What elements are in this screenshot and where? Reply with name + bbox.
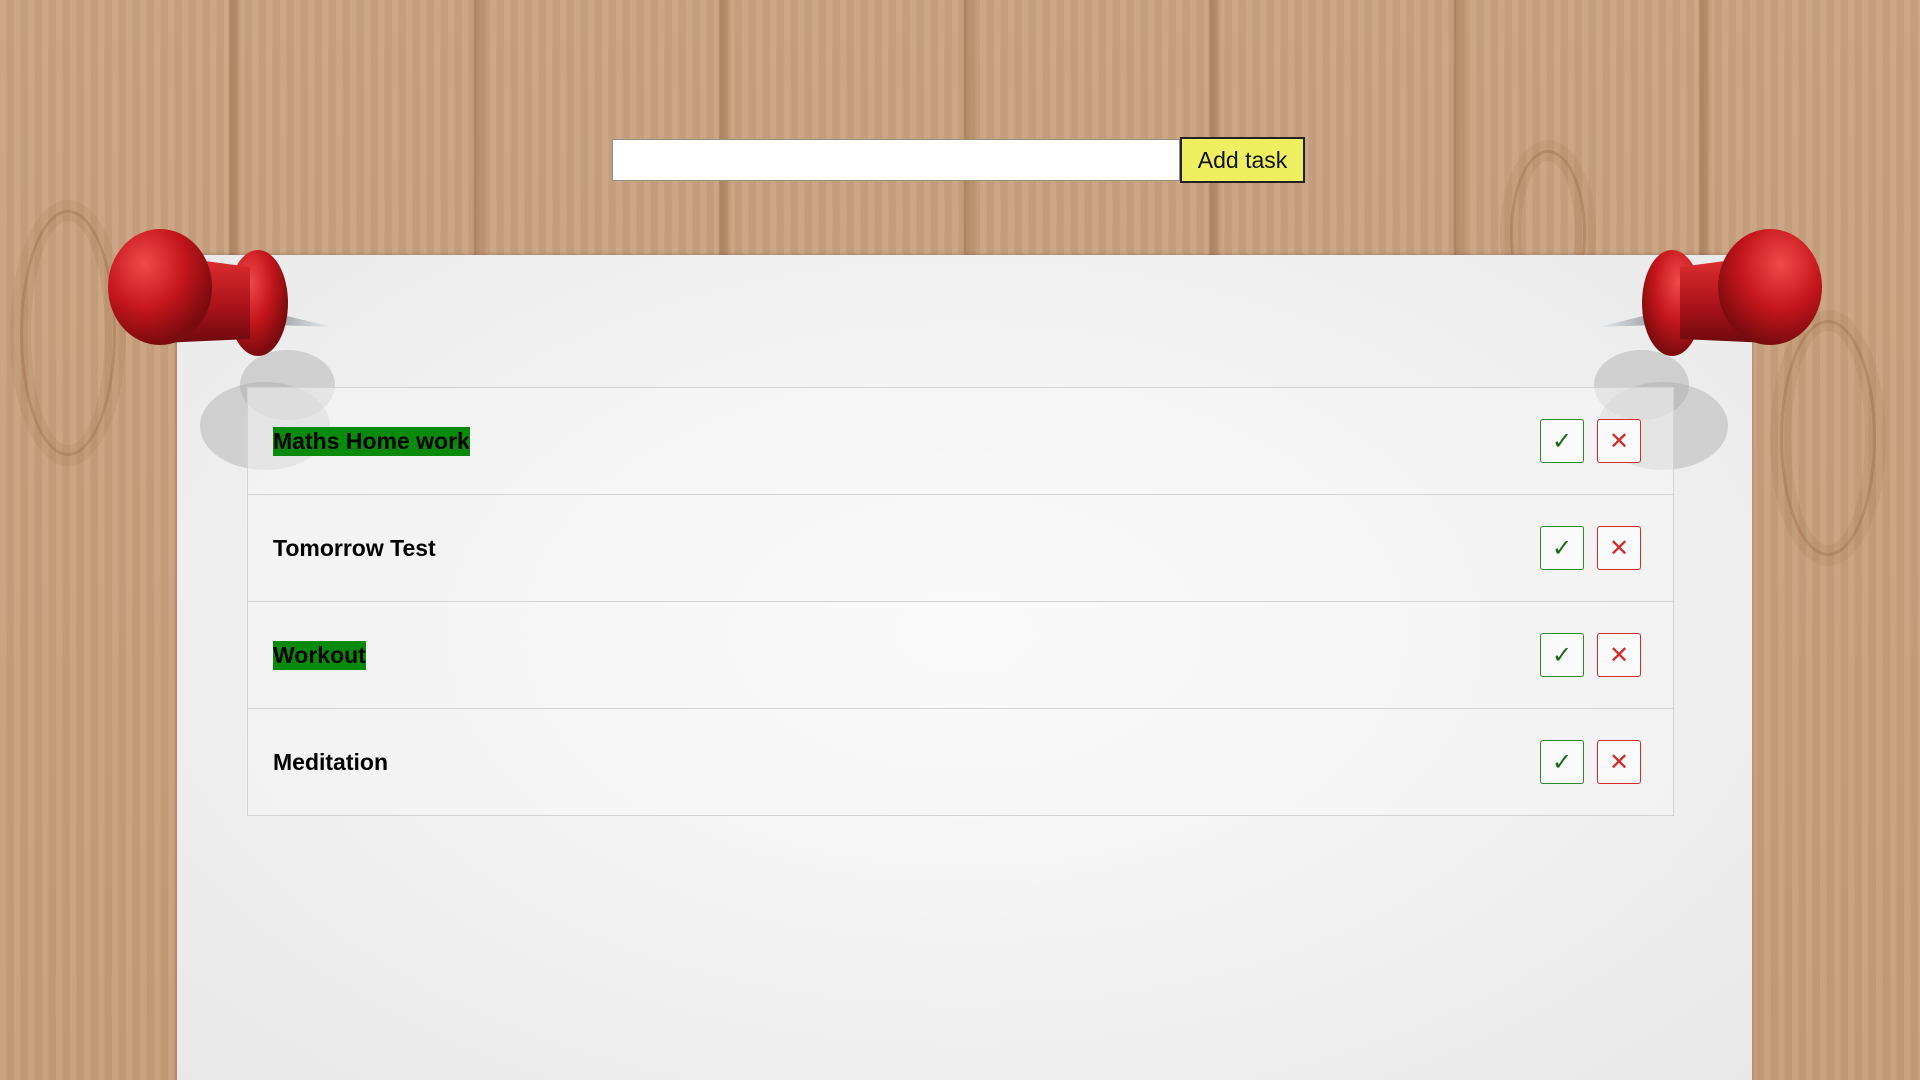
close-icon: ✕ bbox=[1608, 748, 1630, 776]
task-actions: ✓ ✕ bbox=[1540, 633, 1641, 677]
task-item: Maths Home work ✓ ✕ bbox=[247, 387, 1674, 495]
task-item: Tomorrow Test ✓ ✕ bbox=[247, 495, 1674, 602]
checkmark-icon: ✓ bbox=[1551, 427, 1573, 455]
add-task-button[interactable]: Add task bbox=[1180, 137, 1305, 183]
task-list: Maths Home work ✓ ✕ Tomorrow Test ✓ ✕ Wo… bbox=[247, 387, 1674, 816]
wooden-board-background: Add task Maths Home work ✓ ✕ Tomorrow Te… bbox=[0, 0, 1920, 1080]
checkmark-icon: ✓ bbox=[1551, 534, 1573, 562]
close-icon: ✕ bbox=[1608, 427, 1630, 455]
task-item: Workout ✓ ✕ bbox=[247, 602, 1674, 709]
complete-task-button[interactable]: ✓ bbox=[1540, 633, 1584, 677]
task-text: Tomorrow Test bbox=[273, 534, 436, 561]
checkmark-icon: ✓ bbox=[1551, 748, 1573, 776]
push-pin-left-icon bbox=[108, 229, 332, 356]
task-text: Workout bbox=[273, 640, 366, 670]
close-icon: ✕ bbox=[1608, 641, 1630, 669]
close-icon: ✕ bbox=[1608, 534, 1630, 562]
task-item: Meditation ✓ ✕ bbox=[247, 709, 1674, 816]
delete-task-button[interactable]: ✕ bbox=[1597, 419, 1641, 463]
delete-task-button[interactable]: ✕ bbox=[1597, 633, 1641, 677]
task-input[interactable] bbox=[612, 139, 1180, 181]
add-task-form: Add task bbox=[612, 137, 1305, 183]
push-pin-right-icon bbox=[1598, 229, 1822, 356]
complete-task-button[interactable]: ✓ bbox=[1540, 419, 1584, 463]
complete-task-button[interactable]: ✓ bbox=[1540, 526, 1584, 570]
task-text: Maths Home work bbox=[273, 426, 470, 456]
task-actions: ✓ ✕ bbox=[1540, 740, 1641, 784]
task-actions: ✓ ✕ bbox=[1540, 419, 1641, 463]
delete-task-button[interactable]: ✕ bbox=[1597, 526, 1641, 570]
complete-task-button[interactable]: ✓ bbox=[1540, 740, 1584, 784]
task-text: Meditation bbox=[273, 748, 388, 775]
checkmark-icon: ✓ bbox=[1551, 641, 1573, 669]
task-actions: ✓ ✕ bbox=[1540, 526, 1641, 570]
delete-task-button[interactable]: ✕ bbox=[1597, 740, 1641, 784]
